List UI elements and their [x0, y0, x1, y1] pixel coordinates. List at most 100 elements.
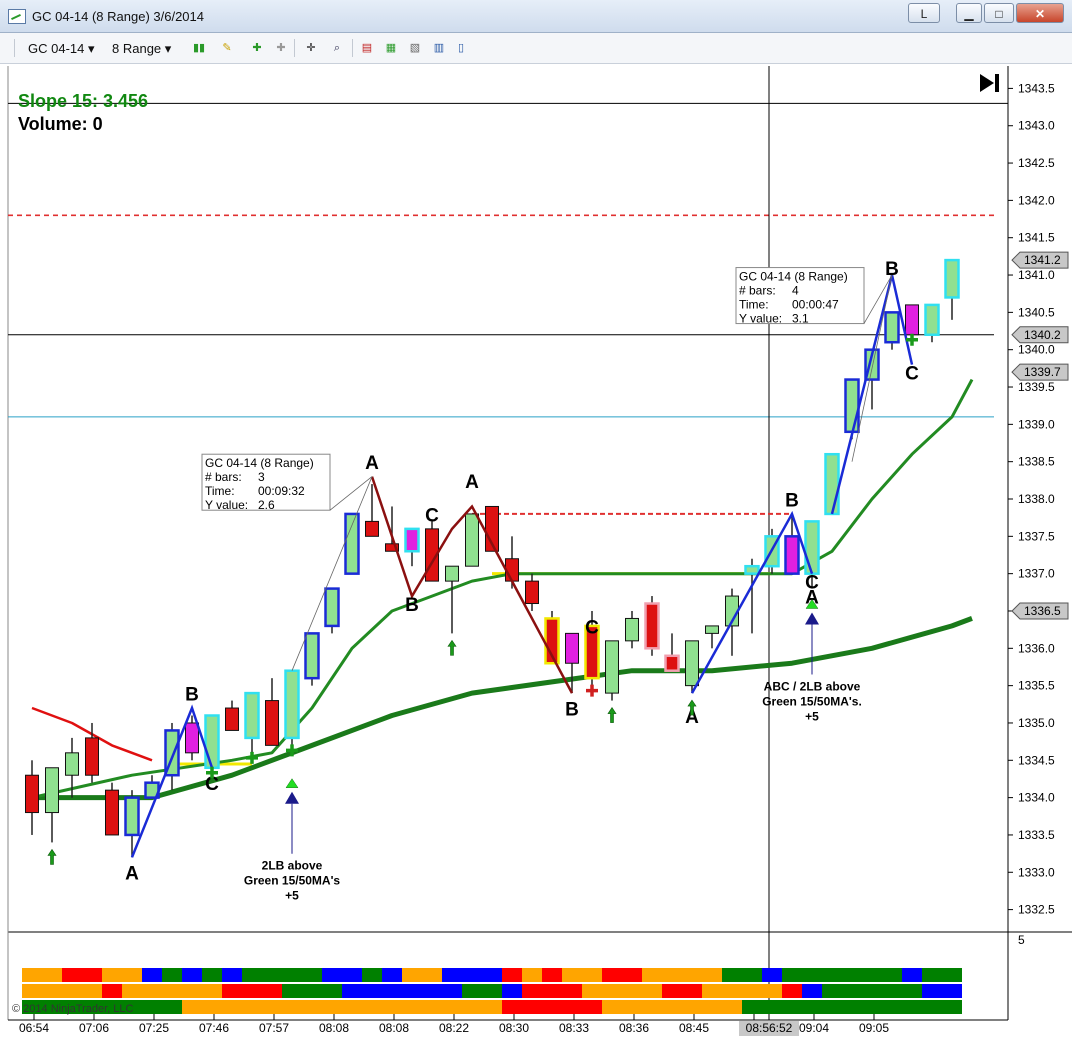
- volume-readout: Volume: 0: [18, 114, 103, 134]
- trend-strength-cell: [442, 1000, 462, 1014]
- y-axis-tick-label: 1340.5: [1018, 305, 1055, 319]
- trend-strength-cell: [722, 968, 742, 982]
- trade-annotation-text: ABC / 2LB above: [764, 680, 861, 694]
- crosshair-time-label: 08:56:52: [746, 1021, 793, 1035]
- price-chart[interactable]: ABCABCABCABCABC2LB aboveGreen 15/50MA's+…: [7, 66, 1072, 1044]
- data-box-icon[interactable]: ▧: [408, 41, 422, 55]
- trend-strength-cell: [802, 968, 822, 982]
- trend-strength-cell: [922, 968, 942, 982]
- drawing-tool-icon[interactable]: ✎: [220, 41, 234, 55]
- trend-strength-cell: [782, 984, 802, 998]
- trend-strength-cell: [302, 984, 322, 998]
- candle-body: [204, 714, 220, 770]
- trend-strength-cell: [62, 968, 82, 982]
- trend-strength-cell: [382, 1000, 402, 1014]
- candle-body: [465, 513, 479, 567]
- zoom-out-icon[interactable]: ✚: [274, 41, 288, 55]
- candle-body: [625, 617, 639, 642]
- y-axis-tick-label: 1333.0: [1018, 865, 1055, 879]
- pattern-point-label: B: [185, 685, 199, 706]
- trend-strength-cell: [342, 1000, 362, 1014]
- signal-triangle-icon: [285, 778, 299, 788]
- trend-strength-cell: [142, 984, 162, 998]
- trend-strength-cell: [382, 968, 402, 982]
- info-box-title: GC 04-14 (8 Range): [739, 270, 848, 284]
- crosshair-icon[interactable]: ✛: [304, 41, 318, 55]
- y-axis-tick-label: 1340.0: [1018, 343, 1055, 357]
- y-axis-tick-label: 1333.5: [1018, 828, 1055, 842]
- trend-strength-cell: [522, 984, 542, 998]
- signal-arrow-icon: [805, 612, 819, 625]
- x-axis-tick-label: 08:36: [619, 1021, 649, 1035]
- properties-icon[interactable]: ▥: [432, 41, 446, 55]
- trend-strength-cell: [822, 968, 842, 982]
- strategies-icon[interactable]: ▤: [360, 41, 374, 55]
- info-box-key: Time:: [739, 298, 769, 312]
- info-box-key: Y value:: [205, 498, 248, 512]
- instrument-selector[interactable]: GC 04-14 ▾: [28, 41, 95, 57]
- bar-style-icon[interactable]: ▮▮: [192, 41, 206, 55]
- candle-body: [124, 796, 140, 837]
- y-axis-tick-label: 1343.5: [1018, 81, 1055, 95]
- period-selector[interactable]: 8 Range ▾: [112, 41, 171, 57]
- trend-strength-cell: [762, 984, 782, 998]
- trend-strength-cell: [502, 984, 522, 998]
- pattern-point-label: A: [365, 453, 379, 474]
- x-axis-tick-label: 09:05: [859, 1021, 889, 1035]
- trend-strength-cell: [182, 1000, 202, 1014]
- plus-marker: [586, 684, 598, 697]
- trend-strength-cell: [682, 984, 702, 998]
- x-axis-tick-label: 07:06: [79, 1021, 109, 1035]
- x-axis-tick-label: 07:25: [139, 1021, 169, 1035]
- link-button[interactable]: L: [908, 3, 940, 23]
- maximize-button[interactable]: □: [984, 3, 1014, 23]
- x-axis-tick-label: 08:45: [679, 1021, 709, 1035]
- trend-strength-cell: [302, 1000, 322, 1014]
- minimize-button[interactable]: ▁: [956, 3, 982, 23]
- up-arrow-marker: [607, 707, 617, 723]
- trend-strength-cell: [882, 984, 902, 998]
- x-axis-tick-label: 07:46: [199, 1021, 229, 1035]
- trend-strength-cell: [862, 1000, 882, 1014]
- trade-annotation-text: 2LB above: [262, 859, 323, 873]
- y-axis-tick-label: 1342.5: [1018, 156, 1055, 170]
- trend-strength-cell: [482, 1000, 502, 1014]
- trend-strength-cell: [202, 1000, 222, 1014]
- info-box-value: 00:09:32: [258, 484, 305, 498]
- skip-to-end-icon[interactable]: [980, 74, 999, 92]
- trend-strength-cell: [942, 984, 962, 998]
- trend-strength-cell: [682, 1000, 702, 1014]
- candle-body: [844, 378, 860, 434]
- trend-strength-cell: [162, 984, 182, 998]
- chart-area[interactable]: A B C A B C A B C A B C A B C 2LB above Green 15/50MA's +…: [7, 66, 1072, 1036]
- trend-strength-cell: [202, 968, 222, 982]
- candle-body: [685, 640, 699, 687]
- trend-strength-cell: [842, 984, 862, 998]
- magnifier-icon[interactable]: ⌕: [330, 41, 344, 55]
- templates-icon[interactable]: ▯: [454, 41, 468, 55]
- trend-strength-cell: [322, 968, 342, 982]
- trend-strength-cell: [62, 984, 82, 998]
- indicators-icon[interactable]: ▦: [384, 41, 398, 55]
- trend-strength-cell: [582, 968, 602, 982]
- y-axis-tick-label: 1334.5: [1018, 753, 1055, 767]
- close-button[interactable]: ✕: [1016, 3, 1064, 23]
- trend-strength-cell: [402, 1000, 422, 1014]
- trend-strength-cell: [662, 1000, 682, 1014]
- trend-strength-cell: [682, 968, 702, 982]
- x-axis-tick-label: 08:08: [319, 1021, 349, 1035]
- period-label: 8 Range: [112, 41, 162, 56]
- info-box-key: # bars:: [739, 284, 776, 298]
- trend-strength-cell: [642, 1000, 662, 1014]
- trend-strength-cell: [402, 984, 422, 998]
- candle-body: [664, 654, 680, 672]
- pattern-point-label: B: [405, 595, 419, 616]
- trend-strength-cell: [242, 1000, 262, 1014]
- trend-strength-cell: [722, 984, 742, 998]
- y-axis-tick-label: 1337.0: [1018, 567, 1055, 581]
- y-axis-tick-label: 1337.5: [1018, 529, 1055, 543]
- trend-strength-cell: [702, 984, 722, 998]
- candle-body: [225, 707, 239, 731]
- zoom-in-icon[interactable]: ✚: [250, 41, 264, 55]
- y-axis-tick-label: 1339.0: [1018, 417, 1055, 431]
